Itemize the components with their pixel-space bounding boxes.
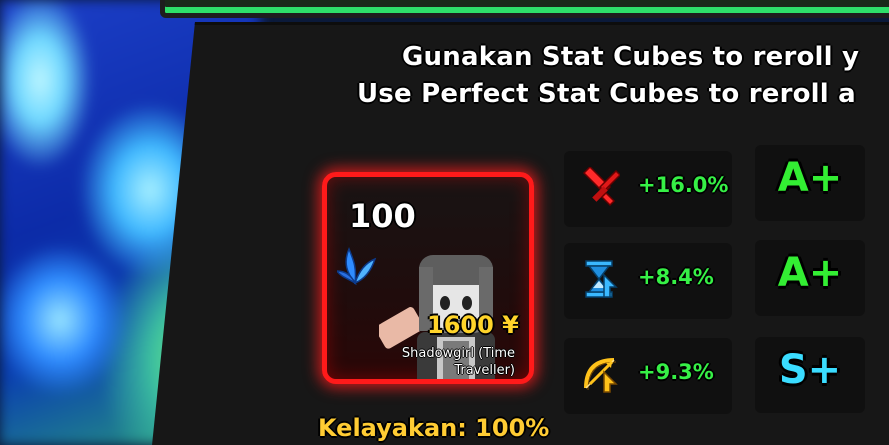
- hourglass-cooldown-icon: [580, 259, 620, 299]
- stat-value-damage: +16.0%: [638, 173, 729, 197]
- grade-label-range: S+: [778, 347, 842, 393]
- unit-name: Shadowgirl (Time Traveller): [401, 346, 515, 378]
- grade-cooldown: A+: [755, 240, 865, 316]
- instruction-line-1: Gunakan Stat Cubes to reroll y: [402, 42, 860, 72]
- eligibility-label: Kelayakan: 100%: [318, 414, 550, 442]
- stat-row-cooldown: +8.4%: [564, 243, 732, 319]
- grade-damage: A+: [755, 145, 865, 221]
- stat-row-damage: +16.0%: [564, 151, 732, 227]
- unit-cost: 1600 ¥: [427, 311, 519, 339]
- stat-reroll-screen: Gunakan Stat Cubes to reroll y Use Perfe…: [0, 0, 889, 445]
- grade-label-damage: A+: [777, 155, 843, 201]
- stat-value-cooldown: +8.4%: [638, 265, 714, 289]
- stat-value-range: +9.3%: [638, 360, 714, 384]
- grade-label-cooldown: A+: [777, 250, 843, 296]
- unit-card[interactable]: 100 1600 ¥ Shadowgirl (Time Traveller): [322, 172, 534, 384]
- unit-level: 100: [349, 197, 416, 235]
- top-progress-bar: [160, 0, 889, 18]
- grade-range: S+: [755, 337, 865, 413]
- instruction-line-2: Use Perfect Stat Cubes to reroll a: [357, 79, 856, 109]
- damage-sword-icon: [580, 165, 622, 207]
- blue-leaf-element-icon: [335, 243, 377, 287]
- bow-range-icon: [580, 354, 620, 394]
- stat-row-range: +9.3%: [564, 338, 732, 414]
